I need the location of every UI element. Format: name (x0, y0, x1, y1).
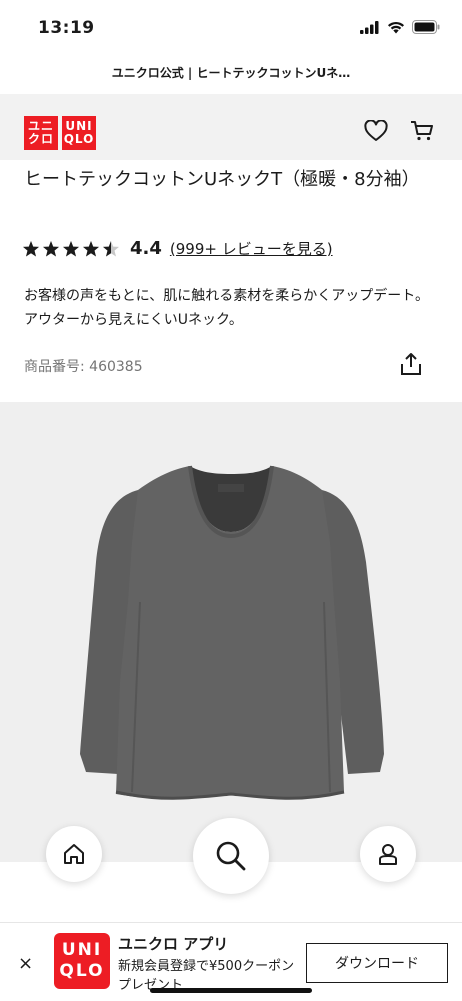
share-icon[interactable] (400, 352, 422, 376)
status-time: 13:19 (38, 18, 95, 38)
status-bar: 13:19 (0, 0, 462, 58)
product-description: お客様の声をもとに、肌に触れる素材を柔らかくアップデート。アウターから見えにくい… (24, 288, 430, 328)
logo-katakana: ユニ クロ (24, 116, 58, 150)
close-banner-icon[interactable]: × (18, 953, 33, 974)
product-title: ヒートテックコットンUネックT（極暖・8分袖） (24, 169, 420, 190)
star-icon (83, 240, 99, 256)
cart-icon[interactable] (410, 120, 434, 142)
header-actions (364, 120, 434, 142)
wifi-icon (388, 21, 404, 33)
uniqlo-logo[interactable]: ユニ クロ UNI QLO (24, 116, 96, 150)
home-icon (64, 844, 84, 864)
product-image[interactable] (0, 402, 462, 862)
star-icon (63, 240, 79, 256)
page-title-text: ユニクロ公式 | ヒートテックコットンUネ… (111, 66, 351, 80)
home-button[interactable] (46, 826, 102, 882)
star-icon (23, 240, 39, 256)
shirt-image (80, 465, 384, 800)
heart-icon[interactable] (364, 120, 388, 142)
product-number: 商品番号: 460385 (24, 359, 143, 375)
search-button[interactable] (193, 818, 269, 894)
browser-title-bar[interactable]: ユニクロ公式 | ヒートテックコットンUネ… (0, 58, 462, 94)
battery-icon (412, 20, 440, 34)
logo-latin: UNI QLO (62, 116, 96, 150)
rating-stars (22, 240, 120, 258)
app-name: ユニクロ アプリ (118, 935, 229, 953)
star-icon (103, 240, 119, 256)
status-icons (360, 20, 440, 34)
star-icon (43, 240, 59, 256)
download-button[interactable]: ダウンロード (306, 943, 448, 983)
home-indicator (150, 988, 312, 993)
user-icon (379, 844, 397, 865)
signal-icon (360, 20, 379, 34)
rating-value: 4.4 (130, 238, 162, 259)
search-icon (216, 841, 246, 871)
app-logo: UNI QLO (54, 933, 110, 989)
account-button[interactable] (360, 826, 416, 882)
reviews-link[interactable]: (999+ レビューを見る) (170, 238, 333, 259)
product-rating: 4.4 (999+ レビューを見る) (22, 238, 333, 259)
